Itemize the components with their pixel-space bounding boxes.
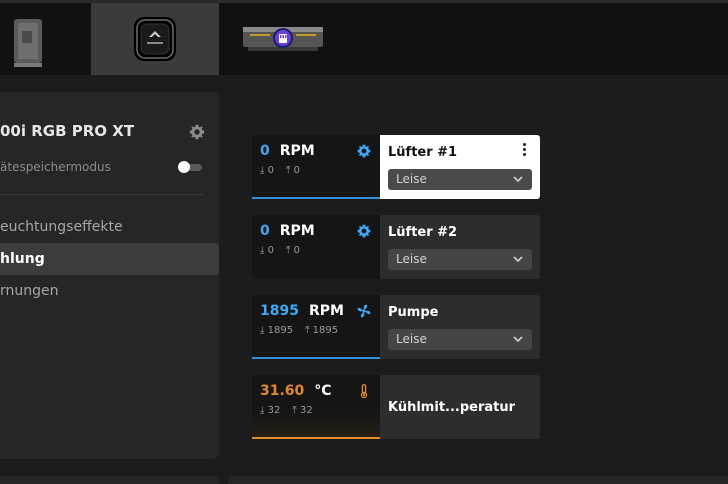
device-bar: [0, 3, 728, 75]
card-settings: Kühlmit...peratur: [380, 375, 540, 439]
preset-dropdown[interactable]: Leise: [388, 169, 532, 190]
max-value: 0: [293, 245, 300, 256]
preset-value: Leise: [396, 332, 427, 346]
max-value: 32: [299, 405, 313, 416]
cooling-card-fan-2[interactable]: 0 RPM ⤓ 0 ⤒ 0 Lüfter #2 Leise: [252, 215, 540, 279]
speed-bar: [252, 357, 380, 359]
speed-value: 0: [260, 143, 270, 159]
card-readout: 0 RPM ⤓ 0 ⤒ 0: [252, 215, 380, 279]
rgb-ram-icon: [243, 27, 323, 51]
preset-value: Leise: [396, 172, 427, 186]
hardware-mode-toggle[interactable]: [178, 161, 202, 173]
sidebar-item-label: hlung: [0, 251, 45, 267]
main-lower-panel: [228, 476, 728, 484]
min-value: 32: [267, 405, 281, 416]
preset-dropdown[interactable]: Leise: [388, 329, 532, 350]
card-readout: 1895 RPM ⤓ 1895 ⤒ 1895: [252, 295, 380, 359]
pump-fan-icon: [357, 304, 371, 318]
device-tab-rgb-ram[interactable]: [240, 3, 326, 75]
channel-name: Pumpe: [388, 305, 439, 320]
more-options-icon[interactable]: [522, 143, 528, 159]
fan-gear-icon: [357, 144, 371, 158]
sidebar-item-label: euchtungseffekte: [0, 219, 123, 235]
device-tab-aio-cooler[interactable]: [91, 3, 219, 75]
temperature-bar: [252, 437, 380, 439]
speed-readout: 0 RPM: [260, 143, 315, 159]
sidebar-item-lighting[interactable]: euchtungseffekte: [0, 211, 219, 243]
chevron-down-icon: [513, 256, 523, 263]
max-value: 0: [293, 165, 300, 176]
temperature-unit: °C: [314, 383, 332, 399]
thermometer-icon: [360, 383, 368, 399]
sidebar-divider: [0, 194, 203, 195]
chevron-down-icon: [513, 176, 523, 183]
card-settings: Lüfter #2 Leise: [380, 215, 540, 279]
preset-dropdown[interactable]: Leise: [388, 249, 532, 270]
min-max-readout: ⤓ 0 ⤒ 0: [260, 165, 300, 176]
min-value: 0: [267, 165, 274, 176]
speed-bar: [252, 197, 380, 199]
speed-value: 0: [260, 223, 270, 239]
speed-unit: RPM: [279, 223, 315, 239]
min-max-readout: ⤓ 1895 ⤒ 1895: [260, 325, 339, 336]
card-readout: 0 RPM ⤓ 0 ⤒ 0: [252, 135, 380, 199]
chevron-down-icon: [513, 336, 523, 343]
max-value: 1895: [312, 325, 339, 336]
channel-name: Kühlmit...peratur: [388, 400, 516, 415]
cooling-card-fan-1[interactable]: 0 RPM ⤓ 0 ⤒ 0 Lüfter #1 Leise: [252, 135, 540, 199]
channel-name: Lüfter #2: [388, 225, 458, 240]
fan-gear-icon: [357, 224, 371, 238]
sidebar-item-cooling[interactable]: hlung: [0, 243, 219, 275]
speed-unit: RPM: [279, 143, 315, 159]
corsair-pump-head-icon: [134, 17, 176, 61]
temperature-readout: 31.60 °C: [260, 383, 332, 399]
min-value: 1895: [267, 325, 294, 336]
sidebar-item-warnings[interactable]: rnungen: [0, 275, 219, 307]
temperature-value: 31.60: [260, 383, 305, 399]
card-settings: Pumpe Leise: [380, 295, 540, 359]
speed-unit: RPM: [308, 303, 344, 319]
card-readout: 31.60 °C ⤓ 32 ⤒ 32: [252, 375, 380, 439]
toggle-knob: [178, 161, 190, 173]
speed-readout: 1895 RPM: [260, 303, 344, 319]
sidebar-item-label: rnungen: [0, 283, 59, 299]
device-tab-memory[interactable]: [0, 3, 90, 75]
cooling-card-pump[interactable]: 1895 RPM ⤓ 1895 ⤒ 1895 Pumpe Leise: [252, 295, 540, 359]
hardware-mode-label: ätespeichermodus: [0, 160, 111, 174]
channel-name: Lüfter #1: [388, 145, 458, 160]
min-max-readout: ⤓ 0 ⤒ 0: [260, 245, 300, 256]
card-settings: Lüfter #1 Leise: [380, 135, 540, 199]
cooling-card-coolant-temp[interactable]: 31.60 °C ⤓ 32 ⤒ 32 Kühlmit...peratur: [252, 375, 540, 439]
preset-value: Leise: [396, 252, 427, 266]
speed-value: 1895: [260, 303, 299, 319]
speed-readout: 0 RPM: [260, 223, 315, 239]
min-value: 0: [267, 245, 274, 256]
min-max-readout: ⤓ 32 ⤒ 32: [260, 405, 313, 416]
sidebar-lower-panel: [0, 476, 219, 484]
ram-stick-icon: [14, 19, 42, 67]
device-title: 00i RGB PRO XT: [0, 122, 135, 140]
settings-gear-icon[interactable]: [188, 123, 206, 141]
